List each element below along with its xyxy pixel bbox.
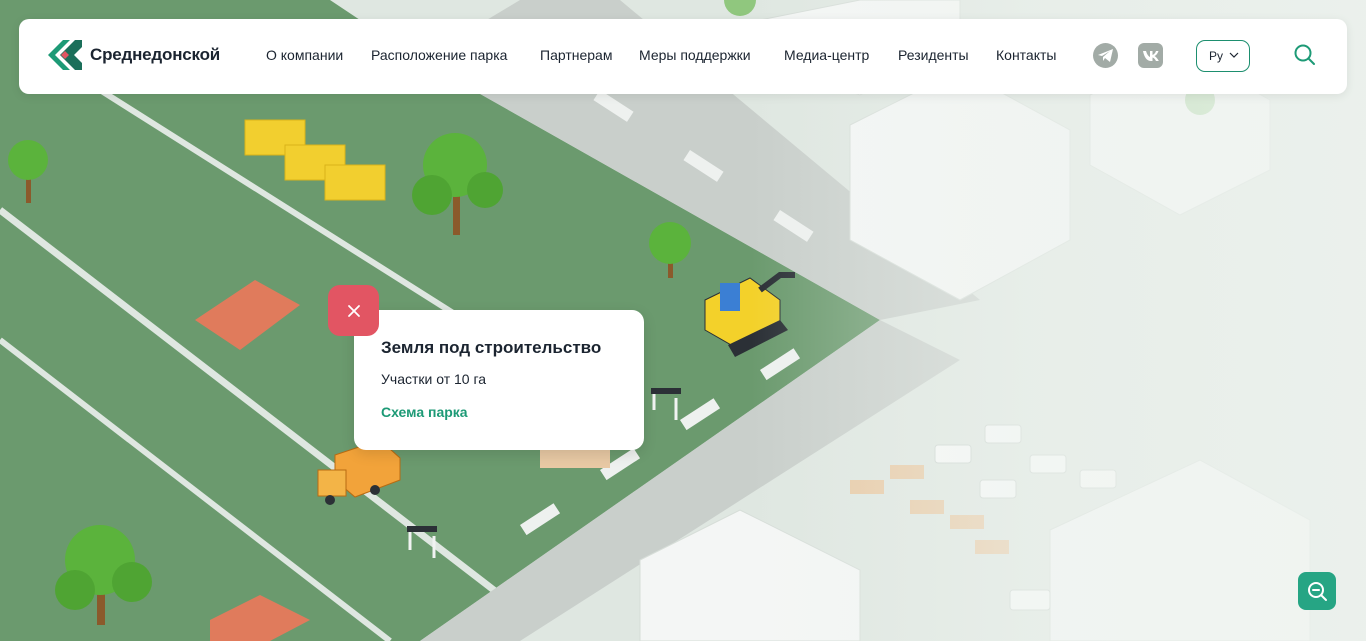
brand-logo[interactable]: Среднедонской (48, 39, 220, 71)
telegram-icon (1098, 49, 1113, 62)
chevron-down-icon (1229, 52, 1239, 58)
nav-item-support-measures[interactable]: Меры поддержки (639, 47, 751, 63)
close-icon (347, 304, 360, 317)
search-icon (1294, 44, 1315, 65)
popup-title: Земля под строительство (381, 338, 602, 357)
brand-name: Среднедонской (90, 45, 221, 64)
nav-item-contacts[interactable]: Контакты (996, 47, 1056, 63)
park-map-illustration (0, 0, 1366, 641)
search-button[interactable] (1293, 43, 1317, 67)
nav-item-media-center[interactable]: Медиа-центр (784, 47, 869, 63)
nav-item-park-location[interactable]: Расположение парка (371, 47, 507, 63)
park-map[interactable] (0, 0, 1366, 641)
vk-icon (1143, 51, 1159, 61)
popup-subtitle: Участки от 10 га (381, 371, 487, 387)
language-select[interactable]: Ру (1196, 40, 1250, 72)
telegram-link[interactable] (1093, 43, 1118, 68)
zoom-out-button[interactable] (1298, 572, 1336, 610)
nav-item-residents[interactable]: Резиденты (898, 47, 969, 63)
zoom-out-icon (1308, 582, 1327, 601)
nav-item-about[interactable]: О компании (266, 47, 343, 63)
info-popup: Земля под строительство Участки от 10 га… (354, 310, 644, 450)
brand-logo-icon (48, 40, 82, 70)
popup-close-button[interactable] (328, 285, 379, 336)
top-navbar: Среднедонской О компании Расположение па… (19, 19, 1347, 94)
nav-item-partners[interactable]: Партнерам (540, 47, 612, 63)
vk-link[interactable] (1138, 43, 1163, 68)
language-value: Ру (1209, 49, 1224, 63)
park-scheme-link[interactable]: Схема парка (381, 404, 468, 420)
